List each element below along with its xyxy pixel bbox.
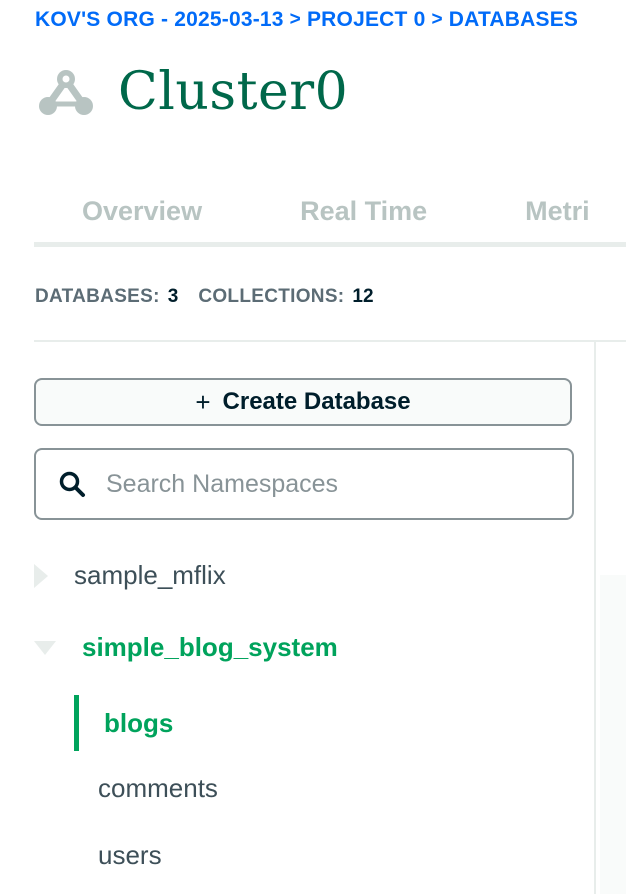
caret-right-icon[interactable] (34, 563, 48, 588)
cluster-header: Cluster0 (36, 62, 348, 122)
collection-item-comments[interactable]: comments (98, 773, 218, 804)
breadcrumb: KOV'S ORG - 2025-03-13 > PROJECT 0 > DAT… (35, 8, 578, 32)
databases-count: 3 (167, 286, 179, 307)
caret-down-icon[interactable] (34, 640, 56, 655)
panel-divider (594, 342, 596, 894)
plus-icon: + (195, 387, 211, 417)
collection-item-users[interactable]: users (98, 840, 162, 871)
tab-real-time[interactable]: Real Time (300, 186, 427, 242)
collections-count-label: COLLECTIONS: (198, 286, 345, 307)
breadcrumb-org-link[interactable]: KOV'S ORG - 2025-03-13 (35, 8, 284, 32)
database-name: simple_blog_system (82, 632, 338, 662)
database-item-sample-mflix[interactable]: sample_mflix (34, 560, 226, 591)
database-name: sample_mflix (74, 560, 226, 590)
database-item-simple-blog-system[interactable]: simple_blog_system (34, 632, 338, 663)
search-namespaces-input[interactable] (104, 468, 548, 500)
breadcrumb-project-link[interactable]: PROJECT 0 (307, 8, 426, 32)
tab-overview[interactable]: Overview (82, 186, 202, 242)
databases-count-label: DATABASES: (35, 286, 160, 307)
create-database-label: Create Database (222, 388, 411, 415)
breadcrumb-separator: > (289, 9, 301, 30)
tab-bar: Overview Real Time Metri (34, 186, 626, 247)
divider (34, 340, 626, 342)
tab-metrics[interactable]: Metri (525, 186, 590, 242)
cluster-icon (39, 70, 93, 115)
stats-summary: DATABASES: 3 COLLECTIONS: 12 (35, 286, 374, 308)
create-database-button[interactable]: + Create Database (34, 378, 572, 426)
search-box (34, 448, 574, 520)
breadcrumb-databases-link[interactable]: DATABASES (449, 8, 578, 32)
page-title: Cluster0 (118, 62, 349, 122)
collections-count: 12 (352, 286, 374, 307)
collection-item-blogs[interactable]: blogs (74, 695, 173, 751)
page: KOV'S ORG - 2025-03-13 > PROJECT 0 > DAT… (0, 0, 626, 894)
search-icon (59, 471, 85, 497)
documents-panel (600, 575, 626, 894)
breadcrumb-separator: > (431, 9, 443, 30)
